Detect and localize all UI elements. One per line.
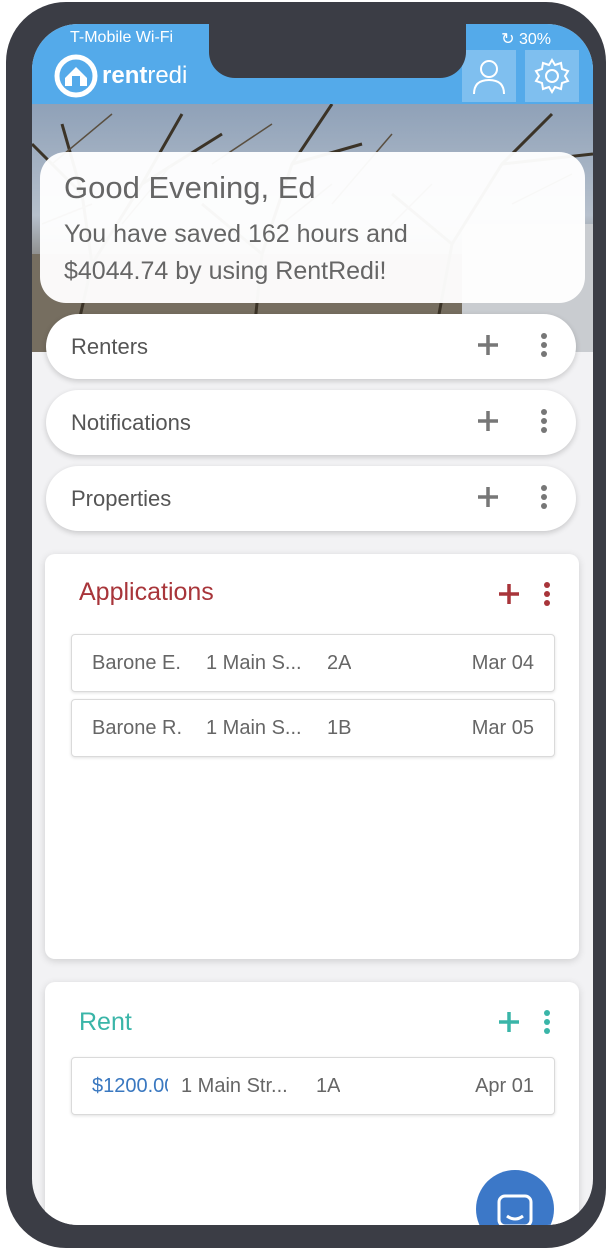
section-label: Notifications <box>71 409 191 435</box>
more-options-icon[interactable] <box>540 485 548 509</box>
device-notch <box>209 24 466 78</box>
application-row[interactable]: Barone E. 1 Main S... 2A Mar 04 <box>71 634 555 692</box>
unit-number: 2A <box>327 652 352 674</box>
add-application-icon[interactable] <box>497 582 521 606</box>
rent-due-date: Apr 01 <box>475 1075 534 1097</box>
applications-card: Applications Barone E. 1 Main S... 2A Ma… <box>45 554 579 959</box>
orientation-lock-icon: ↻ <box>501 31 515 48</box>
battery-label: ↻ 30% <box>501 31 551 48</box>
add-notification-icon[interactable] <box>476 409 500 433</box>
applications-title: Applications <box>79 578 214 606</box>
add-property-icon[interactable] <box>476 485 500 509</box>
section-renters[interactable]: Renters <box>46 314 576 379</box>
applicant-name: Barone E. <box>92 652 181 674</box>
settings-button[interactable] <box>525 50 579 102</box>
application-date: Mar 04 <box>471 652 534 674</box>
more-options-icon[interactable] <box>540 333 548 357</box>
user-icon <box>473 60 505 95</box>
more-options-icon[interactable] <box>543 1010 551 1034</box>
app-screen: T-Mobile Wi-Fi ↻ 30% rentredi Good Eveni… <box>32 24 593 1225</box>
applicant-name: Barone R. <box>92 717 183 739</box>
property-address: 1 Main Str... <box>181 1075 288 1097</box>
phone-frame: T-Mobile Wi-Fi ↻ 30% rentredi Good Eveni… <box>6 2 606 1248</box>
chat-icon <box>497 1194 533 1225</box>
section-label: Renters <box>71 333 149 359</box>
rent-amount: $1200.00 <box>92 1075 168 1097</box>
more-options-icon[interactable] <box>543 582 551 606</box>
more-options-icon[interactable] <box>540 409 548 433</box>
gear-icon <box>534 58 570 94</box>
section-label: Properties <box>71 485 172 511</box>
carrier-label: T-Mobile Wi-Fi <box>70 29 174 46</box>
unit-number: 1A <box>316 1075 341 1097</box>
property-address: 1 Main S... <box>206 652 302 674</box>
rent-row[interactable]: $1200.00 1 Main Str... 1A Apr 01 <box>71 1057 555 1115</box>
application-row[interactable]: Barone R. 1 Main S... 1B Mar 05 <box>71 699 555 757</box>
savings-line-2: $4044.74 by using RentRedi! <box>64 257 387 285</box>
greeting-card: Good Evening, Ed You have saved 162 hour… <box>40 152 585 303</box>
logo-text: rentredi <box>102 62 188 89</box>
home-logo-icon <box>54 54 98 98</box>
profile-button[interactable] <box>462 50 516 102</box>
rentredi-logo[interactable]: rentredi <box>54 54 187 98</box>
rent-title: Rent <box>79 1008 132 1036</box>
section-notifications[interactable]: Notifications <box>46 390 576 455</box>
unit-number: 1B <box>327 717 352 739</box>
savings-line-1: You have saved 162 hours and <box>64 220 408 248</box>
add-renter-icon[interactable] <box>476 333 500 357</box>
application-date: Mar 05 <box>471 717 534 739</box>
section-properties[interactable]: Properties <box>46 466 576 531</box>
add-rent-icon[interactable] <box>497 1010 521 1034</box>
greeting-title: Good Evening, Ed <box>64 170 316 205</box>
property-address: 1 Main S... <box>206 717 302 739</box>
